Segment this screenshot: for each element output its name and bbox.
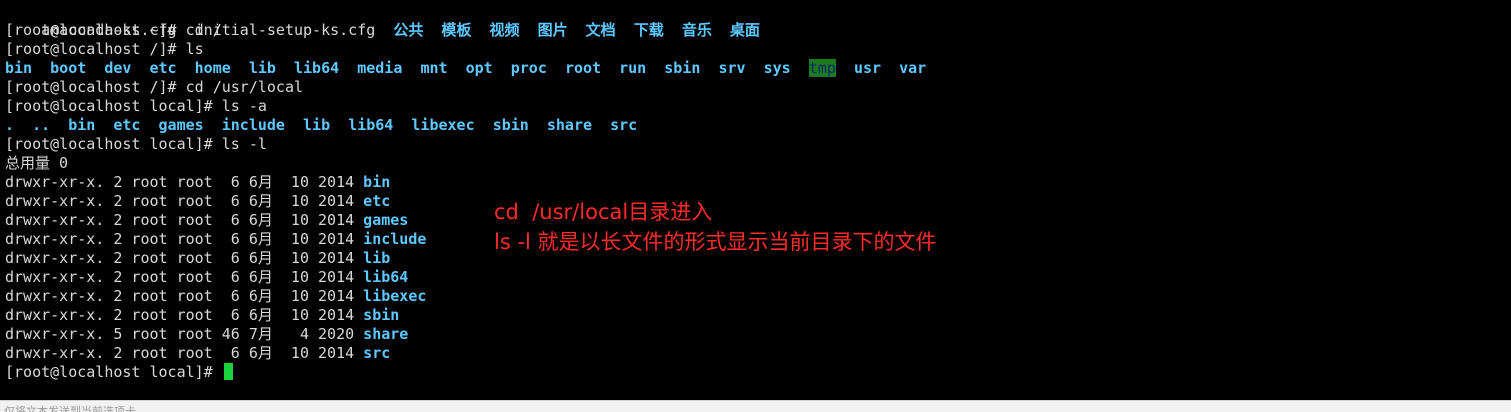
dir-name: bin [5, 59, 33, 77]
status-bar: 仅将文本发送到当前选项卡 [0, 400, 1511, 412]
terminal-command-line: [root@localhost local]# ls -l [5, 135, 267, 153]
dir-name: bin [68, 116, 96, 134]
listing-meta: drwxr-xr-x. 2 root root 6 6月 10 2014 [5, 344, 364, 362]
listing-meta: drwxr-xr-x. 2 root root 6 6月 10 2014 [5, 230, 364, 248]
listing-meta: drwxr-xr-x. 2 root root 6 6月 10 2014 [5, 192, 364, 210]
listing-meta: drwxr-xr-x. 5 root root 46 7月 4 2020 [5, 325, 364, 343]
dir-name: 下载 [633, 21, 664, 39]
listing-meta: drwxr-xr-x. 2 root root 6 6月 10 2014 [5, 173, 364, 191]
dir-name-tmp: tmp [808, 59, 836, 77]
dir-name: sys [763, 59, 791, 77]
dir-name: home [194, 59, 231, 77]
terminal-command-line: [root@localhost /]# cd /usr/local [5, 78, 304, 96]
listing-dir-name: include [363, 230, 427, 248]
terminal-line-ls-a-listing: . .. bin etc games include lib lib64 lib… [5, 116, 637, 135]
dir-name: opt [465, 59, 493, 77]
listing-row: drwxr-xr-x. 2 root root 6 6月 10 2014 lib… [5, 268, 408, 287]
listing-row: drwxr-xr-x. 5 root root 46 7月 4 2020 sha… [5, 325, 408, 344]
listing-row: drwxr-xr-x. 2 root root 6 6月 10 2014 lib [5, 249, 390, 268]
dir-name: games [158, 116, 204, 134]
listing-meta: drwxr-xr-x. 2 root root 6 6月 10 2014 [5, 268, 364, 286]
annotation-ls-l-note: ls -l 就是以长文件的形式显示当前目录下的文件 [494, 230, 937, 254]
dir-name: sbin [492, 116, 529, 134]
dir-name: 音乐 [681, 21, 712, 39]
listing-meta: drwxr-xr-x. 2 root root 6 6月 10 2014 [5, 306, 364, 324]
text-cursor [223, 363, 233, 380]
dir-name: 视频 [489, 21, 520, 39]
dir-name: libexec [411, 116, 475, 134]
listing-row: drwxr-xr-x. 2 root root 6 6月 10 2014 sbi… [5, 306, 399, 325]
dir-name: lib [303, 116, 331, 134]
dir-name: 桌面 [729, 21, 760, 39]
prompt-text: [root@localhost local]# [5, 363, 222, 381]
dir-name: mnt [420, 59, 448, 77]
listing-row: drwxr-xr-x. 2 root root 6 6月 10 2014 gam… [5, 211, 408, 230]
terminal-line-home-listing: anaconda-ks.cfg initial-setup-ks.cfg 公共 … [5, 2, 760, 39]
file-name: initial-setup-ks.cfg [194, 21, 376, 39]
dir-name: lib64 [348, 116, 394, 134]
dir-name: share [546, 116, 593, 134]
listing-dir-name: sbin [363, 306, 400, 324]
dir-name: lib [248, 59, 276, 77]
terminal-command-line: [root@localhost /]# ls [5, 40, 204, 58]
listing-row: drwxr-xr-x. 2 root root 6 6月 10 2014 bin [5, 173, 390, 192]
listing-dir-name: libexec [363, 287, 427, 305]
listing-dir-name: etc [363, 192, 391, 210]
dir-name: src [610, 116, 638, 134]
dir-name: srv [718, 59, 746, 77]
dir-name: sbin [664, 59, 701, 77]
listing-meta: drwxr-xr-x. 2 root root 6 6月 10 2014 [5, 211, 364, 229]
dir-name: etc [149, 59, 177, 77]
dir-name: lib64 [294, 59, 340, 77]
dir-name: root [564, 59, 602, 77]
dir-name: .. [32, 116, 51, 134]
listing-dir-name: lib [363, 249, 391, 267]
listing-meta: drwxr-xr-x. 2 root root 6 6月 10 2014 [5, 287, 364, 305]
listing-row: drwxr-xr-x. 2 root root 6 6月 10 2014 etc [5, 192, 390, 211]
dir-name: proc [510, 59, 547, 77]
dir-name: dev [104, 59, 132, 77]
dir-name: 模板 [441, 21, 472, 39]
terminal-line-root-listing: bin boot dev etc home lib lib64 media mn… [5, 59, 926, 78]
dir-name: 图片 [537, 21, 568, 39]
listing-row: drwxr-xr-x. 2 root root 6 6月 10 2014 src [5, 344, 390, 363]
listing-dir-name: games [363, 211, 409, 229]
dir-name: run [619, 59, 647, 77]
listing-dir-name: lib64 [363, 268, 409, 286]
terminal-total-line: 总用量 0 [5, 154, 69, 172]
dir-name: include [221, 116, 285, 134]
listing-dir-name: share [363, 325, 409, 343]
dir-name: 公共 [393, 21, 424, 39]
terminal-window[interactable]: anaconda-ks.cfg initial-setup-ks.cfg 公共 … [0, 0, 1511, 400]
dir-name: etc [113, 116, 141, 134]
listing-row: drwxr-xr-x. 2 root root 6 6月 10 2014 inc… [5, 230, 426, 249]
listing-row: drwxr-xr-x. 2 root root 6 6月 10 2014 lib… [5, 287, 426, 306]
dir-name: 文档 [585, 21, 616, 39]
terminal-command-line: [root@localhost ~]# cd / [5, 21, 222, 39]
dir-name: usr [853, 59, 882, 77]
listing-meta: drwxr-xr-x. 2 root root 6 6月 10 2014 [5, 249, 364, 267]
dir-name: media [357, 59, 403, 77]
dir-name: var [899, 59, 927, 77]
listing-dir-name: bin [363, 173, 391, 191]
listing-dir-name: src [363, 344, 391, 362]
terminal-command-line: [root@localhost local]# ls -a [5, 97, 267, 115]
annotation-cd-note: cd /usr/local目录进入 [494, 200, 713, 224]
terminal-prompt-line[interactable]: [root@localhost local]# [5, 363, 233, 382]
dir-name: boot [50, 59, 87, 77]
dir-name: . [5, 116, 15, 134]
